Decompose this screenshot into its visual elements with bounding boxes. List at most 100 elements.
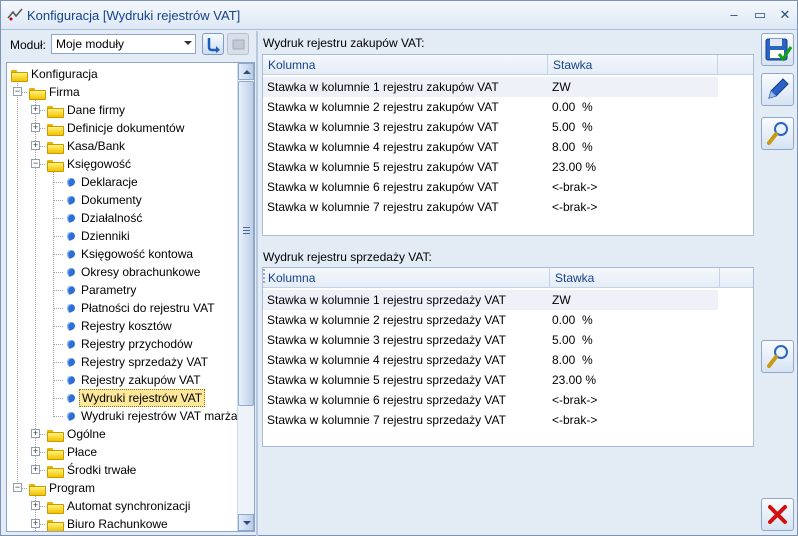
tree-item[interactable]: + Automat synchronizacji bbox=[7, 497, 237, 515]
tree-item[interactable]: Dzienniki bbox=[7, 227, 237, 245]
tree-item-label: Księgowość kontowa bbox=[81, 247, 194, 261]
table-row[interactable]: Stawka w kolumnie 7 rejestru sprzedaży V… bbox=[263, 410, 718, 430]
column-header-kolumna[interactable]: Kolumna bbox=[263, 268, 550, 288]
table-row[interactable]: Stawka w kolumnie 2 rejestru sprzedaży V… bbox=[263, 310, 718, 330]
tree-item[interactable]: + Dane firmy bbox=[7, 101, 237, 119]
tree-item[interactable]: Rejestry kosztów bbox=[7, 317, 237, 335]
tree-item[interactable]: − Program bbox=[7, 479, 237, 497]
table-row[interactable]: Stawka w kolumnie 5 rejestru sprzedaży V… bbox=[263, 370, 718, 390]
tree-item[interactable]: Konfiguracja bbox=[7, 65, 237, 83]
tree-item[interactable]: + Środki trwałe bbox=[7, 461, 237, 479]
column-name-cell: Stawka w kolumnie 4 rejestru zakupów VAT bbox=[267, 140, 499, 154]
tree-item[interactable]: Deklaracje bbox=[7, 173, 237, 191]
chevron-down-icon bbox=[184, 41, 192, 45]
sales-grid[interactable]: Kolumna Stawka Stawka w kolumnie 1 rejes… bbox=[262, 267, 754, 447]
tree-item[interactable]: − Firma bbox=[7, 83, 237, 101]
tree-item[interactable]: + Kasa/Bank bbox=[7, 137, 237, 155]
edit-button[interactable] bbox=[761, 73, 794, 106]
expand-icon[interactable]: + bbox=[31, 123, 40, 132]
save-icon bbox=[765, 38, 793, 62]
table-row[interactable]: Stawka w kolumnie 2 rejestru zakupów VAT… bbox=[263, 97, 718, 117]
folder-icon bbox=[47, 429, 64, 442]
panel-splitter[interactable] bbox=[256, 31, 258, 536]
table-row[interactable]: Stawka w kolumnie 4 rejestru sprzedaży V… bbox=[263, 350, 718, 370]
window-close-button[interactable]: ✕ bbox=[777, 7, 793, 23]
table-row[interactable]: Stawka w kolumnie 6 rejestru zakupów VAT… bbox=[263, 177, 718, 197]
folder-icon bbox=[47, 141, 64, 154]
expand-icon[interactable]: + bbox=[31, 501, 40, 510]
collapse-icon[interactable]: − bbox=[31, 159, 40, 168]
tree-item[interactable]: Działalność bbox=[7, 209, 237, 227]
tree-item[interactable]: Płatności do rejestru VAT bbox=[7, 299, 237, 317]
folder-icon bbox=[47, 447, 64, 460]
tree-item[interactable]: Wydruki rejestrów VAT marża bbox=[7, 407, 238, 425]
table-row[interactable]: Stawka w kolumnie 1 rejestru zakupów VAT… bbox=[263, 77, 718, 97]
close-button[interactable] bbox=[761, 498, 794, 531]
tree-item[interactable]: + Definicje dokumentów bbox=[7, 119, 237, 137]
tree-item[interactable]: + Płace bbox=[7, 443, 237, 461]
tree-line bbox=[53, 344, 63, 345]
config-window: Konfiguracja [Wydruki rejestrów VAT] – ▭… bbox=[0, 0, 798, 536]
tree-line bbox=[53, 254, 63, 255]
tree-item-label: Okresy obrachunkowe bbox=[81, 265, 201, 279]
tree-line bbox=[53, 308, 63, 309]
config-tree[interactable]: Konfiguracja − Firma + Dane firmy + Definicje … bbox=[6, 62, 255, 532]
tree-item[interactable]: Rejestry zakupów VAT bbox=[7, 371, 237, 389]
save-button[interactable] bbox=[761, 33, 794, 66]
tree-item[interactable]: Rejestry sprzedaży VAT bbox=[7, 353, 237, 371]
table-row[interactable]: Stawka w kolumnie 5 rejestru zakupów VAT… bbox=[263, 157, 718, 177]
expand-icon[interactable]: + bbox=[31, 141, 40, 150]
expand-icon[interactable]: + bbox=[31, 447, 40, 456]
expand-icon[interactable]: + bbox=[31, 519, 40, 528]
tree-item-label: Firma bbox=[49, 85, 80, 99]
app-icon bbox=[7, 8, 23, 21]
table-row[interactable]: Stawka w kolumnie 6 rejestru sprzedaży V… bbox=[263, 390, 718, 410]
scroll-up-button[interactable] bbox=[238, 63, 254, 80]
expand-icon[interactable]: + bbox=[31, 105, 40, 114]
tree-item-label: Wydruki rejestrów VAT bbox=[79, 389, 206, 407]
tree-item[interactable]: Księgowość kontowa bbox=[7, 245, 237, 263]
config-item-icon bbox=[65, 321, 77, 332]
folder-icon bbox=[29, 483, 46, 496]
tree-item[interactable]: + Biuro Rachunkowe bbox=[7, 515, 237, 531]
purchase-section-title: Wydruk rejestru zakupów VAT: bbox=[263, 36, 425, 50]
tree-item[interactable]: + Ogólne bbox=[7, 425, 237, 443]
table-row[interactable]: Stawka w kolumnie 7 rejestru zakupów VAT… bbox=[263, 197, 718, 217]
module-action-button[interactable] bbox=[227, 33, 249, 55]
collapse-icon[interactable]: − bbox=[13, 483, 22, 492]
collapse-icon[interactable]: − bbox=[13, 87, 22, 96]
sales-preview-button[interactable] bbox=[761, 340, 794, 373]
tree-scrollbar[interactable] bbox=[237, 63, 254, 531]
tree-item[interactable]: Wydruki rejestrów VAT bbox=[7, 389, 237, 407]
tree-line bbox=[53, 290, 63, 291]
scroll-down-button[interactable] bbox=[238, 514, 254, 531]
expand-icon[interactable]: + bbox=[31, 429, 40, 438]
column-header-stawka[interactable]: Stawka bbox=[548, 55, 718, 75]
table-row[interactable]: Stawka w kolumnie 1 rejestru sprzedaży V… bbox=[263, 290, 718, 310]
minimize-button[interactable]: – bbox=[726, 7, 742, 23]
table-row[interactable]: Stawka w kolumnie 3 rejestru zakupów VAT… bbox=[263, 117, 718, 137]
window-title: Konfiguracja [Wydruki rejestrów VAT] bbox=[27, 8, 241, 23]
config-item-icon bbox=[65, 339, 77, 350]
expand-icon[interactable]: + bbox=[31, 465, 40, 474]
preview-button[interactable] bbox=[761, 117, 794, 150]
tree-line bbox=[53, 362, 63, 363]
tree-item[interactable]: Parametry bbox=[7, 281, 237, 299]
rate-cell: 0.00 % bbox=[552, 313, 593, 327]
config-item-icon bbox=[65, 411, 77, 422]
table-row[interactable]: Stawka w kolumnie 4 rejestru zakupów VAT… bbox=[263, 137, 718, 157]
module-select[interactable]: Moje moduły bbox=[51, 34, 196, 54]
tree-item-label: Rejestry zakupów VAT bbox=[81, 373, 201, 387]
scroll-thumb[interactable] bbox=[238, 81, 254, 406]
tree-item[interactable]: − Księgowość bbox=[7, 155, 237, 173]
table-row[interactable]: Stawka w kolumnie 3 rejestru sprzedaży V… bbox=[263, 330, 718, 350]
purchase-grid[interactable]: Kolumna Stawka Stawka w kolumnie 1 rejes… bbox=[262, 54, 754, 236]
tree-item[interactable]: Rejestry przychodów bbox=[7, 335, 237, 353]
column-header-kolumna[interactable]: Kolumna bbox=[263, 55, 548, 75]
tree-item[interactable]: Dokumenty bbox=[7, 191, 237, 209]
refresh-button[interactable] bbox=[202, 33, 224, 55]
tree-item[interactable]: Okresy obrachunkowe bbox=[7, 263, 237, 281]
module-label: Moduł: bbox=[10, 38, 47, 52]
column-header-stawka[interactable]: Stawka bbox=[550, 268, 720, 288]
maximize-button[interactable]: ▭ bbox=[752, 7, 768, 23]
